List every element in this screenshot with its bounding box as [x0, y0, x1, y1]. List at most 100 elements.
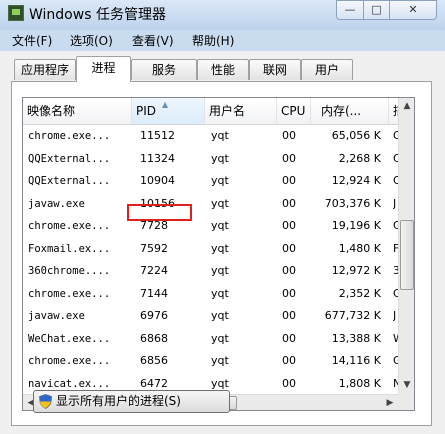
- cell-user: yqt: [211, 219, 229, 232]
- table-row[interactable]: chrome.exe...7144yqt002,352 KG: [23, 283, 399, 306]
- column-user[interactable]: 用户名: [205, 98, 277, 124]
- tab-services[interactable]: 服务: [131, 59, 197, 80]
- cell-image-name: chrome.exe...: [28, 287, 111, 300]
- scroll-up-icon[interactable]: ▲: [399, 98, 414, 115]
- cell-pid: 10156: [140, 196, 175, 210]
- cell-pid: 7144: [140, 286, 168, 300]
- table-row[interactable]: chrome.exe...6856yqt0014,116 KG: [23, 350, 399, 373]
- process-list[interactable]: 映像名称 PID ▲ 用户名 CPU 内存(... 描 chrome.exe..…: [22, 97, 415, 411]
- cell-user: yqt: [211, 354, 229, 367]
- menu-options[interactable]: 选项(O): [70, 32, 113, 49]
- menu-view[interactable]: 查看(V): [132, 32, 174, 49]
- cell-cpu: 00: [282, 286, 296, 300]
- table-row[interactable]: chrome.exe...11512yqt0065,056 KG: [23, 125, 399, 148]
- cell-cpu: 00: [282, 354, 296, 367]
- column-memory[interactable]: 内存(...: [311, 98, 389, 124]
- cell-cpu: 00: [282, 264, 296, 277]
- table-row[interactable]: 360chrome....7224yqt0012,972 K3: [23, 260, 399, 283]
- cell-image-name: 360chrome....: [28, 265, 111, 277]
- cell-pid: 10904: [140, 174, 175, 187]
- cell-user: yqt: [211, 264, 229, 277]
- cell-pid: 6856: [140, 354, 168, 367]
- cell-image-name: javaw.exe: [28, 310, 85, 322]
- cell-user: yqt: [211, 174, 229, 187]
- menu-help[interactable]: 帮助(H): [192, 32, 234, 49]
- cell-memory: 703,376 K: [324, 196, 381, 210]
- vertical-scroll-thumb[interactable]: [400, 220, 414, 290]
- tab-applications[interactable]: 应用程序: [14, 59, 76, 80]
- cell-user: yqt: [211, 331, 229, 345]
- minimize-button[interactable]: —: [336, 0, 364, 20]
- process-rows: chrome.exe...11512yqt0065,056 KGQQExtern…: [23, 125, 399, 410]
- cell-cpu: 00: [282, 174, 296, 187]
- cell-image-name: chrome.exe...: [28, 355, 111, 367]
- cell-pid: 7728: [140, 219, 168, 232]
- window-title: Windows 任务管理器: [29, 7, 166, 23]
- scroll-down-icon[interactable]: ▼: [399, 377, 414, 394]
- table-row[interactable]: WeChat.exe...6868yqt0013,388 KW: [23, 328, 399, 351]
- cell-image-name: QQExternal...: [28, 152, 111, 165]
- cell-pid: 11324: [140, 151, 175, 165]
- column-image-name[interactable]: 映像名称: [23, 98, 132, 124]
- tab-performance[interactable]: 性能: [197, 59, 249, 80]
- menu-bar: 文件(F) 选项(O) 查看(V) 帮助(H): [0, 30, 445, 51]
- cell-image-name: WeChat.exe...: [28, 332, 111, 345]
- cell-cpu: 00: [282, 241, 296, 255]
- vertical-scrollbar[interactable]: ▲ ▼: [398, 98, 414, 394]
- cell-image-name: chrome.exe...: [28, 130, 111, 142]
- table-row[interactable]: Foxmail.ex... 7592 yqt 00 1,480 KF: [23, 238, 399, 261]
- table-row[interactable]: chrome.exe...7728yqt0019,196 KG: [23, 215, 399, 238]
- cell-user: yqt: [211, 196, 229, 210]
- tab-networking[interactable]: 联网: [249, 59, 301, 80]
- cell-memory: 12,972 K: [331, 264, 381, 277]
- cell-pid: 7224: [140, 264, 168, 277]
- cell-cpu: 00: [282, 309, 296, 322]
- cell-memory: 1,480 K: [338, 241, 381, 255]
- cell-memory: 2,352 K: [338, 286, 381, 300]
- cell-image-name: QQExternal...: [28, 175, 111, 187]
- cell-cpu: 00: [282, 196, 296, 210]
- cell-user: yqt: [211, 129, 229, 142]
- cell-image-name: javaw.exe: [28, 197, 85, 210]
- cell-memory: 14,116 K: [331, 354, 381, 367]
- cell-user: yqt: [211, 151, 229, 165]
- cell-cpu: 00: [282, 129, 296, 142]
- cell-memory: 13,388 K: [331, 331, 381, 345]
- column-cpu[interactable]: CPU: [277, 98, 311, 124]
- show-all-users-processes-button[interactable]: 显示所有用户的进程(S): [33, 390, 230, 413]
- sort-ascending-icon: ▲: [162, 100, 169, 109]
- cell-cpu: 00: [282, 151, 296, 165]
- cell-cpu: 00: [282, 219, 296, 232]
- show-all-users-label: 显示所有用户的进程(S): [56, 394, 181, 408]
- menu-file[interactable]: 文件(F): [12, 32, 52, 49]
- cell-pid: 11512: [140, 129, 175, 142]
- column-pid-label: PID: [136, 104, 157, 118]
- table-row[interactable]: javaw.exe 6976 yqt 00 677,732 KJ: [23, 305, 398, 328]
- cell-cpu: 00: [282, 331, 296, 345]
- cell-pid: 7592: [140, 241, 168, 255]
- tab-users[interactable]: 用户: [301, 59, 353, 80]
- scroll-right-icon[interactable]: ▶: [382, 395, 398, 410]
- table-row[interactable]: QQExternal...10904yqt0012,924 KQ: [23, 170, 399, 193]
- cell-pid: 6976: [140, 309, 168, 322]
- scrollbar-corner: [398, 394, 414, 410]
- cell-user: yqt: [211, 286, 229, 300]
- column-pid[interactable]: PID ▲: [132, 98, 205, 124]
- cell-image-name: Foxmail.ex...: [28, 242, 111, 255]
- cell-pid: 6868: [140, 331, 168, 345]
- table-row[interactable]: javaw.exe 10156 yqt 00 703,376 KJ: [23, 193, 398, 216]
- task-manager-icon: [8, 5, 24, 21]
- cell-memory: 2,268 K: [338, 151, 381, 165]
- cell-user: yqt: [211, 309, 229, 322]
- title-bar: Windows 任务管理器 — □ ✕: [0, 0, 445, 30]
- close-button[interactable]: ✕: [389, 0, 437, 20]
- cell-memory: 1,808 K: [338, 376, 381, 390]
- uac-shield-icon: [39, 394, 52, 409]
- cell-memory: 19,196 K: [331, 219, 381, 232]
- maximize-button[interactable]: □: [363, 0, 390, 20]
- table-row[interactable]: QQExternal...11324yqt002,268 KQ: [23, 148, 399, 171]
- cell-user: yqt: [211, 241, 229, 255]
- tab-processes[interactable]: 进程: [76, 56, 131, 82]
- list-header: 映像名称 PID ▲ 用户名 CPU 内存(... 描: [23, 98, 401, 125]
- cell-memory: 65,056 K: [331, 129, 381, 142]
